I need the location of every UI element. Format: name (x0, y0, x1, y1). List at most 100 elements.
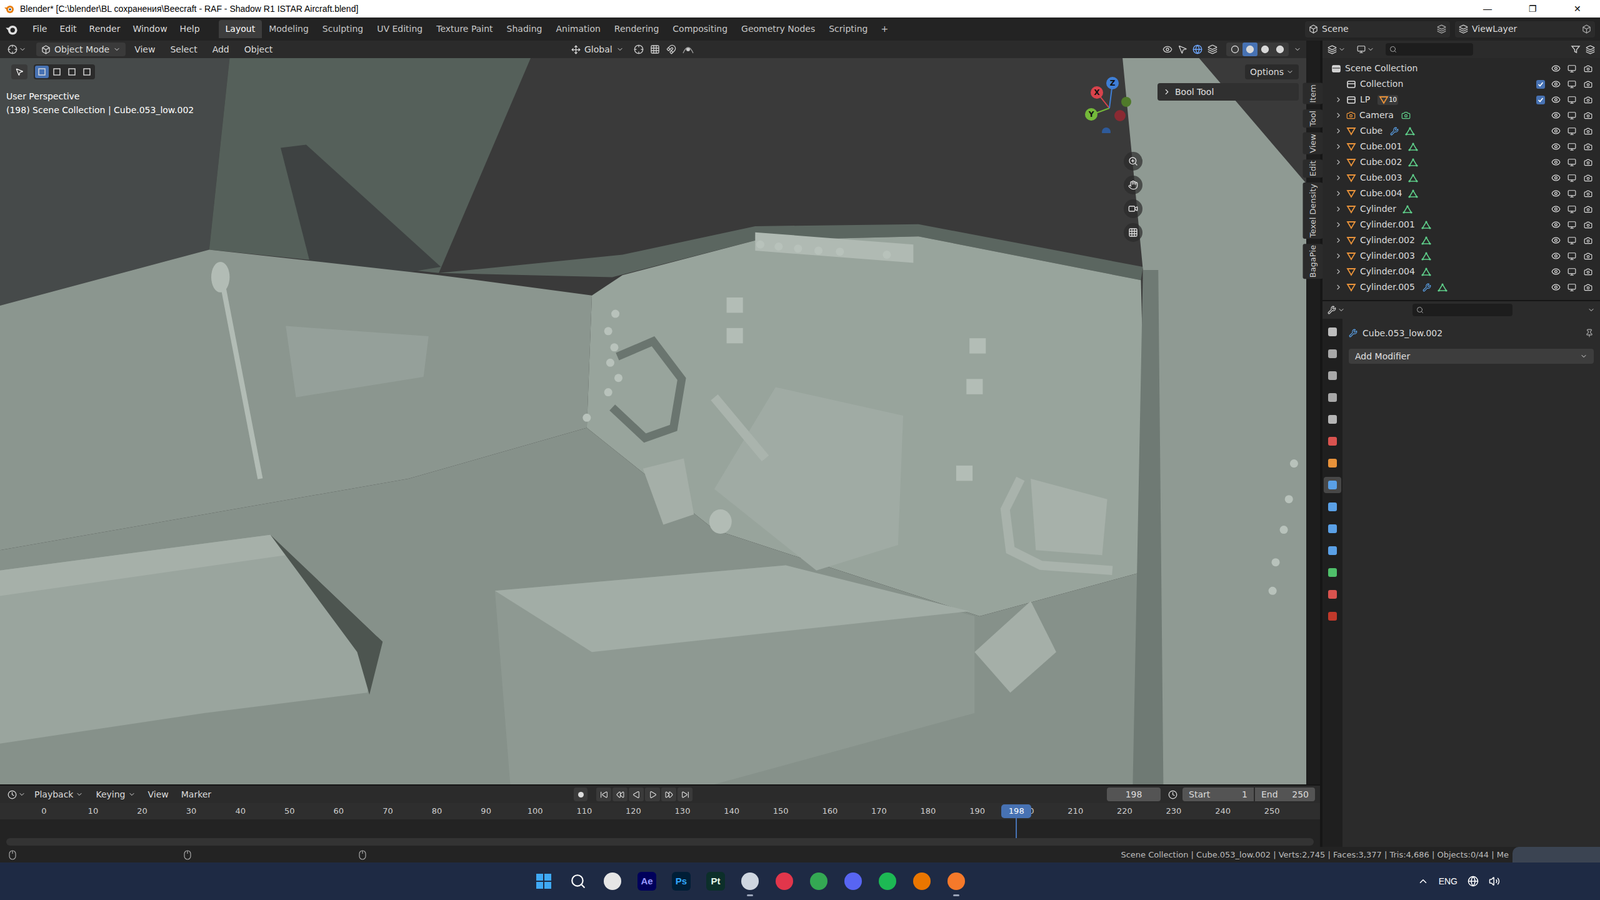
outliner-row[interactable]: Cylinder.001 (1322, 216, 1600, 233)
properties-tab[interactable] (1323, 411, 1342, 428)
outliner-label[interactable]: Cylinder.002 (1360, 233, 1415, 247)
viewport-menu[interactable]: Select (163, 43, 204, 57)
render-visibility-icon[interactable] (1583, 267, 1593, 277)
outliner-row[interactable]: Cylinder.002 (1322, 232, 1600, 249)
outliner-label[interactable]: LP (1360, 93, 1370, 107)
eye-icon[interactable] (1551, 251, 1561, 261)
outliner-row[interactable]: Cylinder.005 (1322, 279, 1600, 295)
viewport-visibility-icon[interactable] (1567, 64, 1577, 74)
viewport-visibility-icon[interactable] (1567, 173, 1577, 183)
sidebar-tab[interactable]: Item (1303, 83, 1324, 105)
outliner-label[interactable]: Cube.003 (1360, 171, 1402, 185)
properties-tab[interactable] (1323, 520, 1342, 537)
workspace-tab[interactable]: Layout (218, 20, 263, 39)
taskbar-app[interactable]: Ps (665, 865, 698, 898)
taskbar-app[interactable] (836, 865, 870, 898)
mesh-data-icon[interactable] (1405, 126, 1415, 137)
taskbar-app[interactable] (733, 865, 767, 898)
playhead[interactable]: 198 (1001, 804, 1032, 819)
properties-tab[interactable] (1323, 542, 1342, 559)
workspace-tab[interactable]: Shading (500, 20, 550, 39)
viewport-visibility-icon[interactable] (1567, 95, 1577, 105)
copy-icon[interactable] (1581, 24, 1592, 34)
eye-icon[interactable] (1551, 235, 1561, 245)
viewport-visibility-icon[interactable] (1567, 158, 1577, 167)
mesh-data-icon[interactable] (1421, 251, 1432, 262)
shading-mode-button[interactable] (1272, 42, 1288, 57)
gizmo-axis[interactable]: Z (1106, 76, 1119, 90)
viewport-menu[interactable]: View (128, 43, 162, 57)
render-visibility-icon[interactable] (1583, 64, 1593, 74)
navigation-button[interactable] (1123, 175, 1143, 195)
viewport-visibility-icon[interactable] (1567, 126, 1577, 136)
expand-arrow-icon[interactable] (1334, 205, 1343, 214)
workspace-tab[interactable]: Modeling (261, 20, 316, 39)
mesh-data-icon[interactable] (1437, 282, 1448, 293)
menu-item[interactable]: Window (126, 22, 174, 36)
editor-type-button[interactable] (5, 790, 29, 800)
expand-arrow-icon[interactable] (1334, 220, 1343, 229)
eye-icon[interactable] (1551, 63, 1561, 74)
transport-button[interactable] (677, 787, 693, 802)
navigation-button[interactable] (1123, 199, 1143, 219)
preview-range-icon[interactable] (1168, 790, 1178, 800)
modifier-icon[interactable] (1422, 283, 1432, 292)
editor-type-button[interactable] (1327, 305, 1345, 315)
tray-overflow-icon[interactable] (1417, 875, 1429, 887)
outliner-label[interactable]: Cylinder.003 (1360, 249, 1415, 263)
menu-item[interactable]: Render (83, 22, 127, 36)
timeline-body[interactable]: 0102030405060708090100110120130140150160… (0, 803, 1320, 847)
viewport-visibility-icon[interactable] (1567, 251, 1577, 261)
editor-type-button[interactable] (5, 44, 29, 55)
mesh-data-icon[interactable] (1421, 235, 1432, 246)
end-frame-field[interactable]: End250 (1255, 787, 1315, 802)
workspace-tab[interactable]: UV Editing (370, 20, 430, 39)
taskbar-app[interactable] (768, 865, 801, 898)
exclude-checkbox[interactable] (1536, 80, 1545, 89)
outliner-row[interactable]: Cube (1322, 123, 1600, 139)
transport-button[interactable] (661, 787, 677, 802)
outliner-row[interactable]: Cube.003 (1322, 170, 1600, 186)
expand-arrow-icon[interactable] (1334, 283, 1343, 292)
outliner-label[interactable]: Cube (1360, 124, 1383, 138)
add-workspace-button[interactable]: + (874, 22, 895, 36)
viewport-visibility-icon[interactable] (1567, 220, 1577, 230)
properties-search[interactable] (1412, 303, 1513, 317)
navigation-button[interactable] (1123, 223, 1143, 242)
exclude-checkbox[interactable] (1536, 95, 1545, 105)
viewport-visibility-icon[interactable] (1567, 189, 1577, 199)
outliner-label[interactable]: Cylinder.004 (1360, 265, 1415, 279)
render-visibility-icon[interactable] (1583, 111, 1593, 120)
render-visibility-icon[interactable] (1583, 95, 1593, 105)
select-mode-button[interactable] (35, 65, 49, 79)
taskbar-app[interactable] (940, 865, 973, 898)
select-tool-button[interactable] (11, 64, 28, 80)
taskbar-app[interactable] (561, 865, 595, 898)
properties-tab[interactable] (1323, 389, 1342, 406)
navigation-button[interactable] (1123, 151, 1143, 171)
blender-menu-icon[interactable] (5, 22, 19, 37)
properties-tab[interactable] (1323, 345, 1342, 362)
mesh-data-icon[interactable] (1408, 173, 1419, 184)
taskbar-app[interactable] (596, 865, 629, 898)
mesh-data-icon[interactable] (1408, 188, 1419, 199)
sidebar-tab[interactable]: Tool (1303, 109, 1324, 128)
mesh-data-icon[interactable] (1408, 157, 1419, 168)
outliner-row[interactable]: Cube.004 (1322, 185, 1600, 202)
record-button[interactable] (573, 787, 588, 802)
outliner-row[interactable]: Cylinder (1322, 201, 1600, 217)
transport-button[interactable] (596, 787, 612, 802)
frame-ruler[interactable]: 0102030405060708090100110120130140150160… (0, 803, 1320, 820)
outliner-row[interactable]: Cube.002 (1322, 154, 1600, 170)
window-control[interactable]: ✕ (1555, 0, 1600, 18)
sidebar-tab[interactable]: Texel Density (1303, 182, 1324, 239)
expand-arrow-icon[interactable] (1334, 251, 1343, 260)
outliner-label[interactable]: Cylinder.005 (1360, 280, 1415, 294)
taskbar-app[interactable] (905, 865, 939, 898)
object-name[interactable]: Cube.053_low.002 (1362, 326, 1580, 340)
eye-icon[interactable] (1551, 157, 1561, 167)
properties-tab[interactable] (1323, 323, 1342, 340)
pin-icon[interactable] (1585, 328, 1594, 338)
render-visibility-icon[interactable] (1583, 80, 1593, 89)
outliner-row[interactable]: Collection (1322, 76, 1600, 92)
